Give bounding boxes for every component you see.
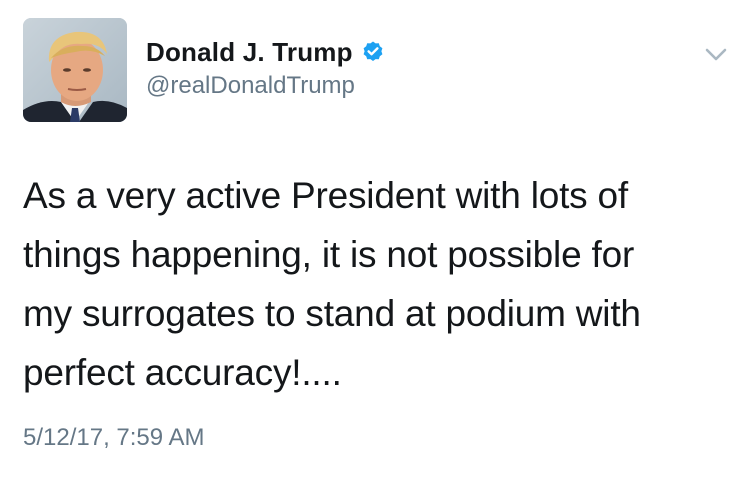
avatar-photo-icon: [23, 18, 127, 122]
tweet-text: As a very active President with lots of …: [23, 166, 723, 402]
tweet-text-line: things happening, it is not possible for: [23, 234, 635, 275]
author-handle[interactable]: @realDonaldTrump: [146, 72, 355, 100]
avatar[interactable]: [23, 18, 127, 122]
tweet-text-line: As a very active President with lots of: [23, 175, 629, 216]
tweet-text-line: perfect accuracy!....: [23, 352, 342, 393]
display-name[interactable]: Donald J. Trump: [146, 37, 353, 68]
verified-badge-icon: [361, 40, 385, 64]
chevron-down-icon[interactable]: [702, 42, 730, 66]
timestamp[interactable]: 5/12/17, 7:59 AM: [23, 424, 204, 452]
tweet-card: Donald J. Trump @realDonaldTrump As a ve…: [0, 0, 750, 485]
author-name-row: Donald J. Trump: [146, 32, 385, 72]
tweet-text-line: my surrogates to stand at podium with: [23, 293, 641, 334]
